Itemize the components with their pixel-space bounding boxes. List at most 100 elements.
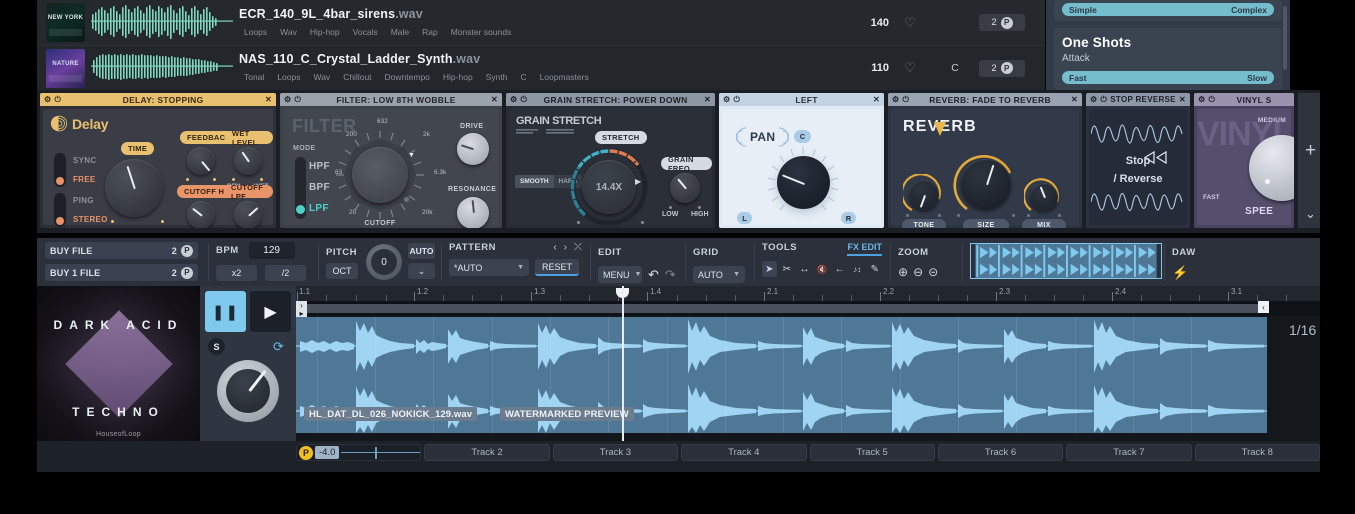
track-tab-6[interactable]: Track 6: [938, 444, 1063, 461]
timeline-ruler[interactable]: 1.1 1.2 1.3 1.4 2.1 2.2 2.3 2.4 3.1: [296, 286, 1320, 301]
simple-complex-slider[interactable]: Simple Complex: [1062, 3, 1274, 16]
tag[interactable]: Loops: [272, 70, 305, 84]
track-tab-4[interactable]: Track 4: [681, 444, 806, 461]
fx-module-grain-stretch[interactable]: ⚙ ⏻ GRAIN STRETCH: POWER DOWN ✕ GRAIN ST…: [506, 93, 715, 228]
mix-knob[interactable]: [1030, 183, 1058, 211]
wetlevel-pill-label[interactable]: WET LEVEL: [225, 131, 273, 144]
power-icon[interactable]: ⏻: [520, 96, 527, 104]
track-volume-slider[interactable]: [341, 452, 420, 454]
cutoff-lpf-pill-label[interactable]: CUTOFF LPF: [224, 185, 273, 198]
power-icon[interactable]: ⏻: [294, 96, 301, 104]
mix-label[interactable]: MIX: [1022, 219, 1066, 228]
tone-label[interactable]: TONE: [902, 219, 946, 228]
grain-freq-pill-label[interactable]: GRAIN FREQ: [661, 157, 712, 170]
lpf-label[interactable]: LPF: [309, 203, 329, 214]
browser-row[interactable]: NEW YORK: [37, 0, 1045, 45]
tag[interactable]: Vocals: [348, 25, 383, 39]
fx-module-vinyl[interactable]: ⚙ ⏻ VINYL S VINYL MEDIUM FAST SPEE: [1194, 93, 1294, 228]
track-tab-5[interactable]: Track 5: [810, 444, 935, 461]
gear-icon[interactable]: ⚙: [1090, 96, 1097, 104]
gear-icon[interactable]: ⚙: [892, 96, 899, 104]
favorite-heart-icon[interactable]: ♡: [889, 60, 931, 76]
favorite-heart-icon[interactable]: ♡: [889, 15, 931, 31]
bpm-double-button[interactable]: x2: [216, 265, 257, 281]
loop-right-handle[interactable]: ‹: [1258, 301, 1269, 313]
buy-credits-badge[interactable]: 2 P: [979, 14, 1025, 31]
grain-freq-knob[interactable]: [670, 173, 700, 203]
tag[interactable]: Loops: [239, 25, 272, 39]
close-icon[interactable]: ✕: [704, 96, 711, 104]
power-icon[interactable]: ⏻: [1208, 96, 1215, 104]
gear-icon[interactable]: ⚙: [44, 96, 51, 104]
waveform-preview[interactable]: [91, 3, 233, 43]
zoom-out-icon[interactable]: ⊝: [928, 265, 938, 279]
power-icon[interactable]: ⏻: [733, 96, 740, 104]
reverse-icon[interactable]: ←: [832, 261, 847, 277]
close-icon[interactable]: ✕: [873, 96, 880, 104]
tag[interactable]: Tonal: [239, 70, 269, 84]
daw-export-icon[interactable]: ⚡: [1172, 265, 1312, 281]
power-icon[interactable]: ⏻: [1100, 96, 1107, 104]
wet-level-knob[interactable]: [234, 147, 262, 175]
pitch-knob[interactable]: 0: [366, 244, 402, 280]
pan-knob[interactable]: [777, 156, 830, 209]
fx-module-pan[interactable]: ⚙ ⏻ LEFT ✕ PAN C: [719, 93, 884, 228]
tag[interactable]: Hip-hop: [438, 70, 478, 84]
pattern-next-icon[interactable]: ›: [564, 242, 567, 253]
track-tab-8[interactable]: Track 8: [1195, 444, 1320, 461]
resize-icon[interactable]: ↔: [797, 261, 812, 277]
tag[interactable]: Wav: [309, 70, 336, 84]
tag[interactable]: Chillout: [338, 70, 376, 84]
volume-knob[interactable]: [217, 360, 279, 422]
time-knob[interactable]: [105, 159, 163, 217]
browser-row[interactable]: NATURE: [37, 45, 1045, 90]
pattern-shuffle-icon[interactable]: ⤬: [574, 242, 582, 253]
zoom-fit-icon[interactable]: ⊖: [913, 265, 923, 279]
audio-clip[interactable]: HL_DAT_DL_026_NOKICK_129.wav WATERMARKED…: [296, 317, 1267, 433]
pattern-reset-button[interactable]: RESET: [535, 259, 579, 276]
cutoff-lpf-knob[interactable]: [234, 201, 262, 228]
buy-one-file-button[interactable]: BUY 1 FILE 2 P: [45, 264, 198, 281]
stretch-knob[interactable]: 14.4X: [582, 160, 636, 214]
pitch-auto-button[interactable]: AUTO: [408, 243, 435, 259]
loop-end-marker[interactable]: ▸: [296, 309, 307, 317]
bpf-label[interactable]: BPF: [309, 182, 330, 193]
track-tab-2[interactable]: Track 2: [424, 444, 549, 461]
pattern-preview[interactable]: [970, 243, 1162, 279]
fx-edit-tab[interactable]: FX EDIT: [847, 242, 882, 256]
tag[interactable]: C: [515, 70, 531, 84]
gear-icon[interactable]: ⚙: [723, 96, 730, 104]
fx-module-reverb[interactable]: ⚙ ⏻ REVERB: FADE TO REVERB ✕ REVERB TONE: [888, 93, 1082, 228]
ping-stereo-toggle[interactable]: [54, 193, 66, 227]
mute-icon[interactable]: 🔇: [815, 261, 830, 277]
pattern-select[interactable]: *AUTO ▼: [449, 259, 529, 276]
fx-module-stop-reverse[interactable]: ⚙ ⏻ STOP REVERSE ✕ Stop / Reverse: [1086, 93, 1190, 228]
close-icon[interactable]: ✕: [265, 96, 272, 104]
undo-icon[interactable]: ↶: [648, 267, 659, 283]
smooth-option[interactable]: SMOOTH: [515, 175, 554, 188]
add-fx-icon[interactable]: +: [1305, 141, 1316, 160]
tag[interactable]: Loopmasters: [535, 70, 594, 84]
tag[interactable]: Downtempo: [380, 70, 435, 84]
close-icon[interactable]: ✕: [491, 96, 498, 104]
pause-button[interactable]: ❚❚: [205, 291, 246, 332]
pencil-icon[interactable]: ✎: [867, 261, 882, 277]
cutoff-frequency-knob[interactable]: [352, 147, 408, 203]
tag[interactable]: Wav: [275, 25, 302, 39]
feedback-knob[interactable]: [187, 147, 215, 175]
buy-credits-badge[interactable]: 2 P: [979, 60, 1025, 77]
bpm-value[interactable]: 129: [249, 242, 295, 259]
size-knob[interactable]: [961, 159, 1011, 209]
attack-slider[interactable]: Fast Slow: [1062, 71, 1274, 84]
track-tab-7[interactable]: Track 7: [1066, 444, 1191, 461]
track-tab-1[interactable]: P -4.0: [296, 444, 421, 461]
fx-module-filter[interactable]: ⚙ ⏻ FILTER: LOW 8TH WOBBLE ✕ FILTER MODE…: [280, 93, 502, 228]
power-icon[interactable]: ⏻: [54, 96, 61, 104]
panel-scrollbar[interactable]: [1283, 6, 1287, 70]
resonance-knob[interactable]: [457, 197, 489, 228]
cutoff-hpf-knob[interactable]: [187, 201, 215, 228]
clip-range-bar[interactable]: [304, 304, 1259, 313]
solo-button[interactable]: S: [208, 338, 225, 355]
pitch-menu-chevron-icon[interactable]: ⌄: [408, 263, 435, 279]
tag[interactable]: Monster sounds: [446, 25, 516, 39]
